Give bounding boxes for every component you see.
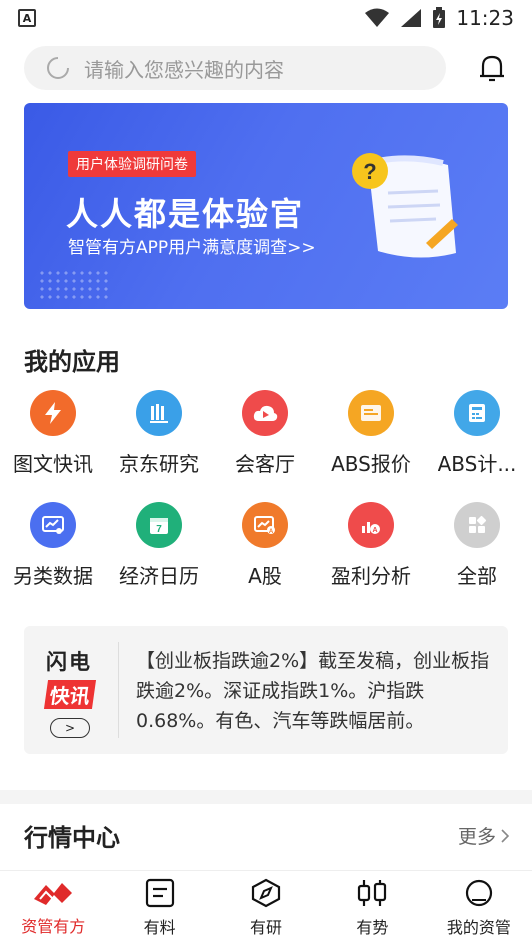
- nav-label: 资管有方: [21, 916, 86, 936]
- status-bar: A 11:23: [0, 0, 532, 36]
- my-apps-title: 我的应用: [24, 348, 120, 376]
- bell-icon: [480, 55, 504, 82]
- app-a-share[interactable]: A A股: [212, 502, 318, 614]
- app-abs-quote[interactable]: ABS报价: [318, 390, 424, 502]
- flash-logo-line1: 闪电: [46, 650, 92, 674]
- app-label: 盈利分析: [331, 564, 411, 588]
- home-logo-icon: [34, 882, 73, 905]
- data-screen-icon: [30, 502, 76, 548]
- banner-title: 人人都是体验官: [66, 195, 305, 233]
- calendar-icon: 7: [136, 502, 182, 548]
- nav-label: 我的资管: [446, 917, 511, 937]
- svg-text:?: ?: [363, 159, 376, 184]
- nav-tab-home[interactable]: 资管有方: [0, 871, 106, 944]
- search-row: 请输入您感兴趣的内容: [24, 45, 512, 91]
- nav-label: 有研: [250, 917, 283, 937]
- app-profit-analysis[interactable]: A 盈利分析: [318, 502, 424, 614]
- section-separator: [0, 790, 532, 804]
- more-label: 更多: [457, 826, 496, 848]
- app-label: ABS报价: [331, 452, 411, 476]
- a-share-icon: A: [242, 502, 288, 548]
- notification-bell-button[interactable]: [472, 48, 512, 88]
- compass-icon: [251, 878, 281, 907]
- chevron-right-icon: >: [64, 721, 76, 735]
- banner-subtitle: 智管有方APP用户满意度调查>>: [68, 238, 316, 258]
- nav-tab-trend[interactable]: 有势: [319, 871, 425, 944]
- bottom-nav: 资管有方 有料 有研 有势 我的资管: [0, 870, 532, 944]
- research-icon: [136, 390, 182, 436]
- abs-quote-icon: [348, 390, 394, 436]
- flash-divider: [118, 642, 119, 738]
- app-alt-data[interactable]: 另类数据: [0, 502, 106, 614]
- signal-icon: [401, 9, 422, 27]
- market-center-title: 行情中心: [24, 824, 120, 852]
- lightning-icon: [30, 390, 76, 436]
- document-icon: [145, 878, 174, 907]
- nav-tab-profile[interactable]: 我的资管: [426, 871, 532, 944]
- search-input[interactable]: 请输入您感兴趣的内容: [24, 46, 446, 90]
- cloud-play-icon: [242, 390, 288, 436]
- nav-label: 有势: [356, 917, 389, 937]
- search-loading-icon: [47, 57, 69, 79]
- app-label: A股: [248, 564, 282, 588]
- banner-dots-decoration: [38, 269, 108, 299]
- app-label: 经济日历: [119, 564, 199, 588]
- candlestick-icon: [358, 879, 387, 906]
- flash-logo-line2: 快讯: [43, 680, 97, 709]
- app-all[interactable]: 全部: [424, 502, 530, 614]
- notification-a-icon: A: [18, 9, 36, 27]
- wifi-icon: [365, 8, 390, 27]
- app-news-flash[interactable]: 图文快讯: [0, 390, 106, 502]
- flash-news-logo: 闪电 快讯: [43, 646, 104, 709]
- svg-text:A: A: [269, 529, 274, 535]
- status-time: 11:23: [456, 6, 514, 30]
- app-label: 全部: [457, 564, 497, 588]
- app-econ-calendar[interactable]: 7 经济日历: [106, 502, 212, 614]
- app-label: 京东研究: [119, 452, 199, 476]
- chevron-right-icon: [501, 828, 510, 843]
- app-label: ABS计...: [437, 452, 517, 476]
- flash-more-button[interactable]: >: [50, 718, 90, 738]
- app-jd-research[interactable]: 京东研究: [106, 390, 212, 502]
- battery-icon: [433, 7, 446, 28]
- all-apps-icon: [454, 502, 500, 548]
- app-label: 会客厅: [235, 452, 295, 476]
- app-label: 图文快讯: [13, 452, 93, 476]
- app-meeting-room[interactable]: 会客厅: [212, 390, 318, 502]
- flash-news-text: 【创业板指跌逾2%】截至发稿，创业板指跌逾2%。深证成指跌1%。沪指跌0.68%…: [136, 650, 490, 732]
- svg-text:7: 7: [156, 524, 162, 535]
- market-more-link[interactable]: 更多: [458, 822, 510, 849]
- banner-tag: 用户体验调研问卷: [68, 151, 196, 177]
- search-placeholder: 请输入您感兴趣的内容: [84, 57, 284, 82]
- profile-icon: [465, 879, 492, 906]
- questionnaire-illustration-icon: ?: [352, 153, 458, 258]
- nav-tab-materials[interactable]: 有料: [106, 871, 212, 944]
- app-label: 另类数据: [13, 564, 93, 588]
- survey-banner[interactable]: 用户体验调研问卷 人人都是体验官 智管有方APP用户满意度调查>> ?: [24, 103, 508, 309]
- flash-news-card[interactable]: 闪电 快讯 > 【创业板指跌逾2%】截至发稿，创业板指跌逾2%。深证成指跌1%。…: [24, 626, 508, 754]
- profit-analysis-icon: A: [348, 502, 394, 548]
- svg-text:A: A: [372, 527, 377, 534]
- nav-tab-research[interactable]: 有研: [213, 871, 319, 944]
- calculator-icon: [454, 390, 500, 436]
- apps-grid: 图文快讯 京东研究 会客厅 ABS报价 ABS计... 另类数据 7 经济日历 …: [0, 390, 532, 614]
- app-abs-calculator[interactable]: ABS计...: [424, 390, 530, 502]
- nav-label: 有料: [143, 917, 176, 937]
